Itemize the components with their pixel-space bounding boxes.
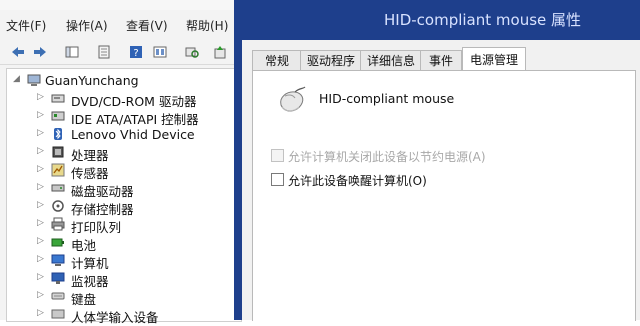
properties-pane-button[interactable] [62, 42, 82, 62]
forward-button[interactable] [30, 42, 50, 62]
power-management-panel: HID-compliant mouse 允许计算机关闭此设备以节约电源(A) 允… [252, 70, 636, 321]
tab-power-management[interactable]: 电源管理 [462, 47, 526, 72]
menu-file[interactable]: 文件(F) [6, 17, 46, 34]
computer-root-icon [27, 74, 41, 86]
tab-driver[interactable]: 驱动程序 [300, 50, 362, 71]
update-driver-button[interactable] [210, 42, 230, 62]
processor-icon [52, 146, 64, 158]
resources-view-icon [153, 46, 167, 58]
tree-item[interactable]: ▷ DVD/CD-ROM 驱动器 [7, 89, 241, 109]
update-driver-icon [214, 46, 226, 59]
expand-arrow-icon[interactable]: ▷ [37, 146, 44, 156]
menu-view[interactable]: 查看(V) [126, 17, 168, 34]
allow-power-off-label: 允许计算机关闭此设备以节约电源(A) [288, 150, 486, 164]
tab-events[interactable]: 事件 [420, 50, 462, 71]
allow-wake-option[interactable]: 允许此设备唤醒计算机(O) [271, 172, 611, 188]
expand-arrow-icon[interactable]: ▷ [37, 182, 44, 192]
expand-arrow-icon[interactable]: ▷ [37, 272, 44, 282]
device-view-button[interactable] [94, 42, 114, 62]
device-view-icon [98, 45, 110, 59]
expand-arrow-icon[interactable]: ▷ [37, 254, 44, 264]
tree-item[interactable]: ▷ IDE ATA/ATAPI 控制器 [7, 107, 241, 127]
svg-text:?: ? [133, 48, 138, 59]
battery-icon [51, 238, 64, 247]
allow-wake-checkbox[interactable] [271, 173, 284, 186]
tree-item[interactable]: ▷ 处理器 [7, 143, 241, 163]
expand-arrow-icon[interactable]: ▷ [37, 236, 44, 246]
computer-icon [51, 254, 65, 266]
help-icon: ? [130, 46, 142, 59]
tree-item-label: Lenovo Vhid Device [71, 127, 195, 142]
back-button[interactable] [8, 42, 28, 62]
dialog-body: 常规 驱动程序 详细信息 事件 电源管理 HID-compliant mouse… [242, 40, 640, 321]
tree-item[interactable]: ▷ 键盘 [7, 287, 241, 307]
resources-view-button[interactable] [150, 42, 170, 62]
menu-help[interactable]: 帮助(H) [186, 17, 228, 34]
back-arrow-icon [12, 47, 24, 57]
expand-arrow-icon[interactable]: ▷ [37, 164, 44, 174]
print-queue-icon [51, 217, 65, 231]
forward-arrow-icon [34, 47, 46, 57]
help-button[interactable]: ? [126, 42, 146, 62]
dvd-drive-icon [51, 94, 65, 103]
sensor-icon [51, 163, 65, 177]
tree-item[interactable]: ▷ 传感器 [7, 161, 241, 181]
tree-root-label: GuanYunchang [45, 73, 139, 88]
tree-root[interactable]: ◢ GuanYunchang [7, 71, 241, 89]
tab-strip: 常规 驱动程序 详细信息 事件 电源管理 [252, 47, 640, 72]
scan-hardware-button[interactable] [182, 42, 202, 62]
allow-power-off-checkbox[interactable] [271, 149, 284, 162]
device-name: HID-compliant mouse [319, 91, 455, 106]
tab-details[interactable]: 详细信息 [360, 50, 422, 71]
expand-arrow-icon[interactable]: ▷ [37, 128, 44, 138]
hid-icon [51, 309, 65, 319]
expand-arrow-icon[interactable]: ▷ [37, 110, 44, 120]
tab-general[interactable]: 常规 [252, 50, 302, 71]
allow-wake-label: 允许此设备唤醒计算机(O) [288, 174, 427, 188]
tree-item[interactable]: ▷ 监视器 [7, 269, 241, 289]
menu-bar: 文件(F) 操作(A) 查看(V) 帮助(H) [0, 12, 240, 36]
collapse-arrow-icon[interactable]: ◢ [13, 74, 20, 84]
expand-arrow-icon[interactable]: ▷ [37, 92, 44, 102]
tree-item[interactable]: ▷ 打印队列 [7, 215, 241, 235]
expand-arrow-icon[interactable]: ▷ [37, 200, 44, 210]
tree-item[interactable]: ▷ Lenovo Vhid Device [7, 125, 241, 143]
toolbar: ? [0, 38, 240, 65]
tree-item[interactable]: ▷ 电池 [7, 233, 241, 253]
bluetooth-device-icon [54, 128, 62, 140]
tree-item[interactable]: ▷ 计算机 [7, 251, 241, 271]
tree-item[interactable]: ▷ 磁盘驱动器 [7, 179, 241, 199]
device-tree[interactable]: ◢ GuanYunchang ▷ DVD/CD-ROM 驱动器 ▷ IDE AT… [6, 68, 242, 325]
scan-hardware-icon [185, 47, 199, 58]
tree-item-label: 人体学输入设备 [71, 310, 159, 325]
properties-pane-icon [65, 46, 79, 58]
mouse-icon [280, 86, 306, 112]
expand-arrow-icon[interactable]: ▷ [37, 218, 44, 228]
monitor-icon [51, 272, 65, 284]
allow-power-off-option[interactable]: 允许计算机关闭此设备以节约电源(A) [271, 148, 611, 164]
tree-item[interactable]: ▷ 人体学输入设备 [7, 305, 241, 325]
properties-dialog: HID-compliant mouse 属性 常规 驱动程序 详细信息 事件 电… [234, 0, 640, 321]
disk-drive-icon [51, 184, 65, 192]
dialog-title: HID-compliant mouse 属性 [384, 11, 582, 29]
storage-controller-icon [52, 200, 64, 212]
keyboard-icon [51, 292, 65, 300]
expand-arrow-icon[interactable]: ▷ [37, 308, 44, 318]
menu-action[interactable]: 操作(A) [66, 17, 108, 34]
ide-controller-icon [51, 111, 65, 121]
tree-item[interactable]: ▷ 存储控制器 [7, 197, 241, 217]
expand-arrow-icon[interactable]: ▷ [37, 290, 44, 300]
